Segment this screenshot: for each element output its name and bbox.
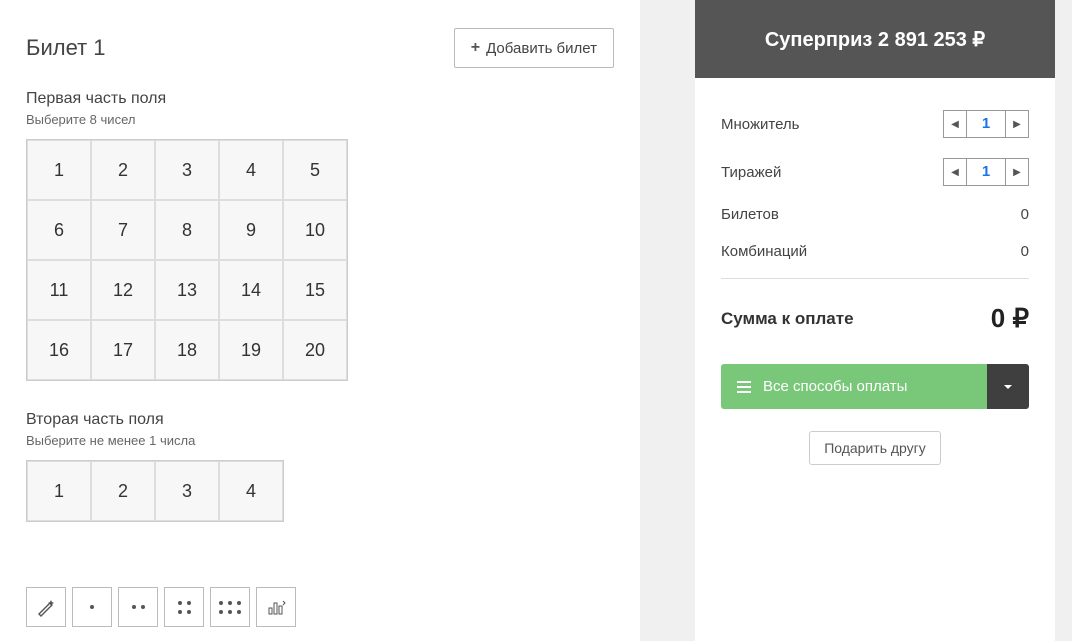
prize-banner: Суперприз 2 891 253 ₽ (695, 0, 1055, 78)
draws-decrease[interactable]: ◀ (944, 159, 966, 185)
field1-title: Первая часть поля (26, 90, 614, 108)
gift-button[interactable]: Подарить другу (809, 431, 941, 465)
total-value: 0 ₽ (991, 303, 1029, 334)
number-cell[interactable]: 8 (155, 200, 219, 260)
draws-value: 1 (966, 159, 1006, 185)
number-cell[interactable]: 12 (91, 260, 155, 320)
chart-button[interactable] (256, 587, 296, 627)
pay-label: Все способы оплаты (763, 378, 907, 395)
draws-increase[interactable]: ▶ (1006, 159, 1028, 185)
number-cell[interactable]: 18 (155, 320, 219, 380)
number-cell[interactable]: 3 (155, 140, 219, 200)
pay-dropdown-button[interactable] (987, 364, 1029, 409)
number-cell[interactable]: 7 (91, 200, 155, 260)
magic-wand-icon (36, 597, 56, 617)
number-cell[interactable]: 5 (283, 140, 347, 200)
number-cell[interactable]: 17 (91, 320, 155, 380)
list-icon (737, 381, 751, 393)
dice-2-icon (132, 605, 145, 609)
divider (721, 278, 1029, 279)
magic-wand-button[interactable] (26, 587, 66, 627)
number-cell[interactable]: 1 (27, 461, 91, 521)
number-cell[interactable]: 4 (219, 461, 283, 521)
field1-subtitle: Выберите 8 чисел (26, 112, 614, 127)
number-cell[interactable]: 1 (27, 140, 91, 200)
chevron-down-icon (1002, 381, 1014, 393)
number-cell[interactable]: 9 (219, 200, 283, 260)
plus-icon: + (471, 39, 480, 57)
multiplier-label: Множитель (721, 116, 799, 133)
number-cell[interactable]: 19 (219, 320, 283, 380)
combos-value: 0 (1021, 243, 1029, 260)
multiplier-stepper[interactable]: ◀ 1 ▶ (943, 110, 1029, 138)
dice-2-button[interactable] (118, 587, 158, 627)
dice-6-icon (219, 601, 241, 614)
number-cell[interactable]: 11 (27, 260, 91, 320)
number-cell[interactable]: 10 (283, 200, 347, 260)
field2-subtitle: Выберите не менее 1 числа (26, 433, 614, 448)
dice-4-button[interactable] (164, 587, 204, 627)
number-cell[interactable]: 6 (27, 200, 91, 260)
number-cell[interactable]: 4 (219, 140, 283, 200)
multiplier-value: 1 (966, 111, 1006, 137)
chart-icon (266, 597, 286, 617)
number-cell[interactable]: 3 (155, 461, 219, 521)
combos-label: Комбинаций (721, 243, 807, 260)
add-ticket-label: Добавить билет (486, 40, 597, 57)
dice-6-button[interactable] (210, 587, 250, 627)
field2-grid: 1 2 3 4 (26, 460, 284, 522)
dice-4-icon (178, 601, 191, 614)
number-cell[interactable]: 13 (155, 260, 219, 320)
multiplier-increase[interactable]: ▶ (1006, 111, 1028, 137)
ticket-title: Билет 1 (26, 35, 106, 61)
add-ticket-button[interactable]: + Добавить билет (454, 28, 614, 68)
dice-1-icon (90, 605, 94, 609)
pay-button[interactable]: Все способы оплаты (721, 364, 987, 409)
field2-title: Вторая часть поля (26, 411, 614, 429)
dice-1-button[interactable] (72, 587, 112, 627)
tickets-value: 0 (1021, 206, 1029, 223)
field1-grid: 1 2 3 4 5 6 7 8 9 10 11 12 13 14 15 16 1… (26, 139, 348, 381)
number-cell[interactable]: 2 (91, 461, 155, 521)
draws-stepper[interactable]: ◀ 1 ▶ (943, 158, 1029, 186)
number-cell[interactable]: 2 (91, 140, 155, 200)
number-cell[interactable]: 15 (283, 260, 347, 320)
multiplier-decrease[interactable]: ◀ (944, 111, 966, 137)
tickets-label: Билетов (721, 206, 779, 223)
draws-label: Тиражей (721, 164, 781, 181)
number-cell[interactable]: 14 (219, 260, 283, 320)
number-cell[interactable]: 20 (283, 320, 347, 380)
number-cell[interactable]: 16 (27, 320, 91, 380)
total-label: Сумма к оплате (721, 309, 854, 329)
